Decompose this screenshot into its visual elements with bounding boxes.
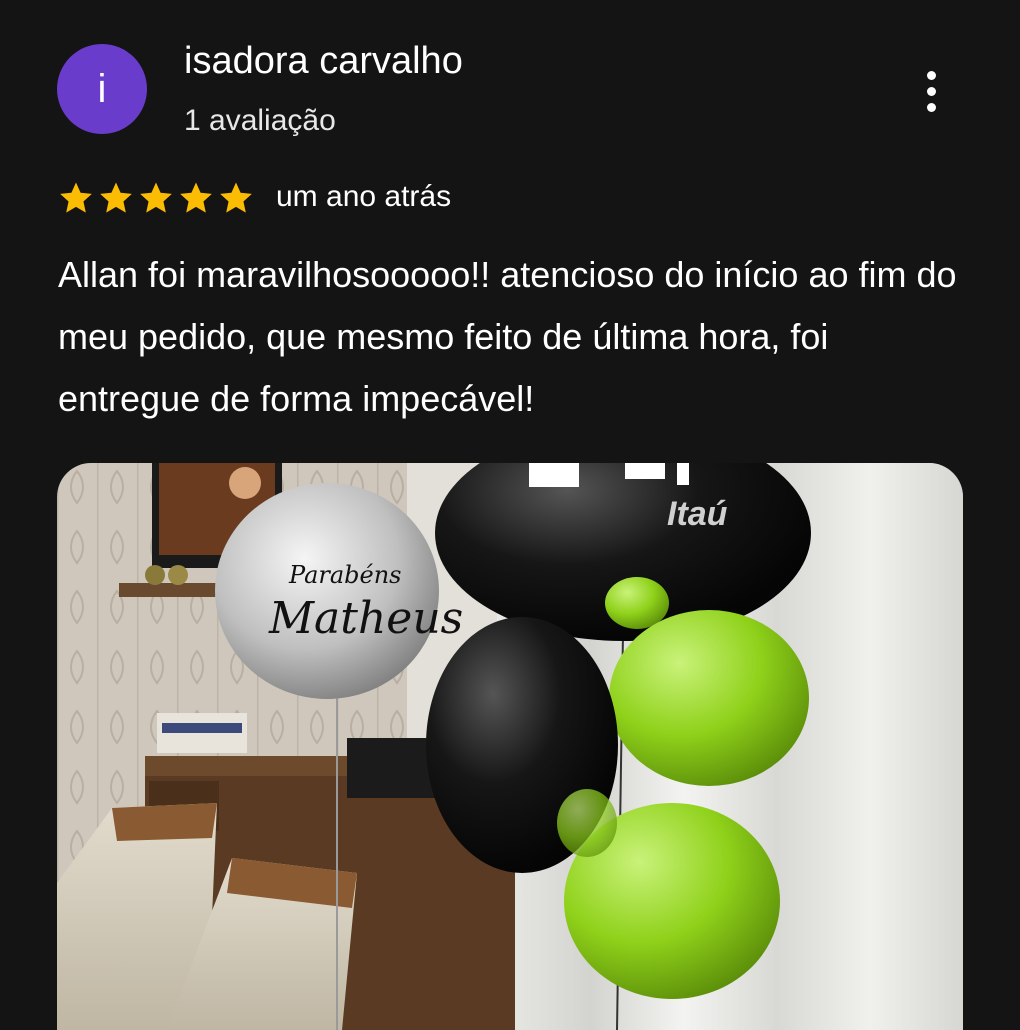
review-time: um ano atrás bbox=[276, 180, 452, 213]
balloon-text-line1: Parabéns bbox=[288, 561, 402, 589]
more-vert-icon-dot bbox=[926, 86, 936, 96]
star-icon bbox=[100, 182, 132, 213]
more-vert-icon-dot bbox=[926, 102, 936, 112]
avatar[interactable]: i bbox=[57, 44, 147, 134]
star-rating bbox=[57, 179, 255, 217]
star-icon bbox=[140, 182, 172, 213]
avatar-letter: i bbox=[97, 66, 107, 111]
more-options-button[interactable] bbox=[912, 62, 950, 120]
review-text: Allan foi maravilhosooooo!! atencioso do… bbox=[58, 254, 957, 419]
review-photo[interactable]: Itaú Parabéns Matheus bbox=[57, 463, 963, 1030]
star-icon bbox=[60, 182, 92, 213]
more-vert-icon bbox=[926, 70, 936, 80]
balloon-text-line2: Matheus bbox=[268, 593, 463, 644]
star-icon bbox=[220, 182, 252, 213]
brand-text: Itaú bbox=[667, 495, 728, 533]
star-icon bbox=[180, 182, 212, 213]
review-card: i isadora carvalho 1 avaliação um ano at… bbox=[0, 0, 1020, 1030]
balloons-photo: Itaú Parabéns Matheus bbox=[57, 463, 963, 1030]
review-count: 1 avaliação bbox=[184, 104, 336, 137]
reviewer-name[interactable]: isadora carvalho bbox=[184, 40, 463, 83]
